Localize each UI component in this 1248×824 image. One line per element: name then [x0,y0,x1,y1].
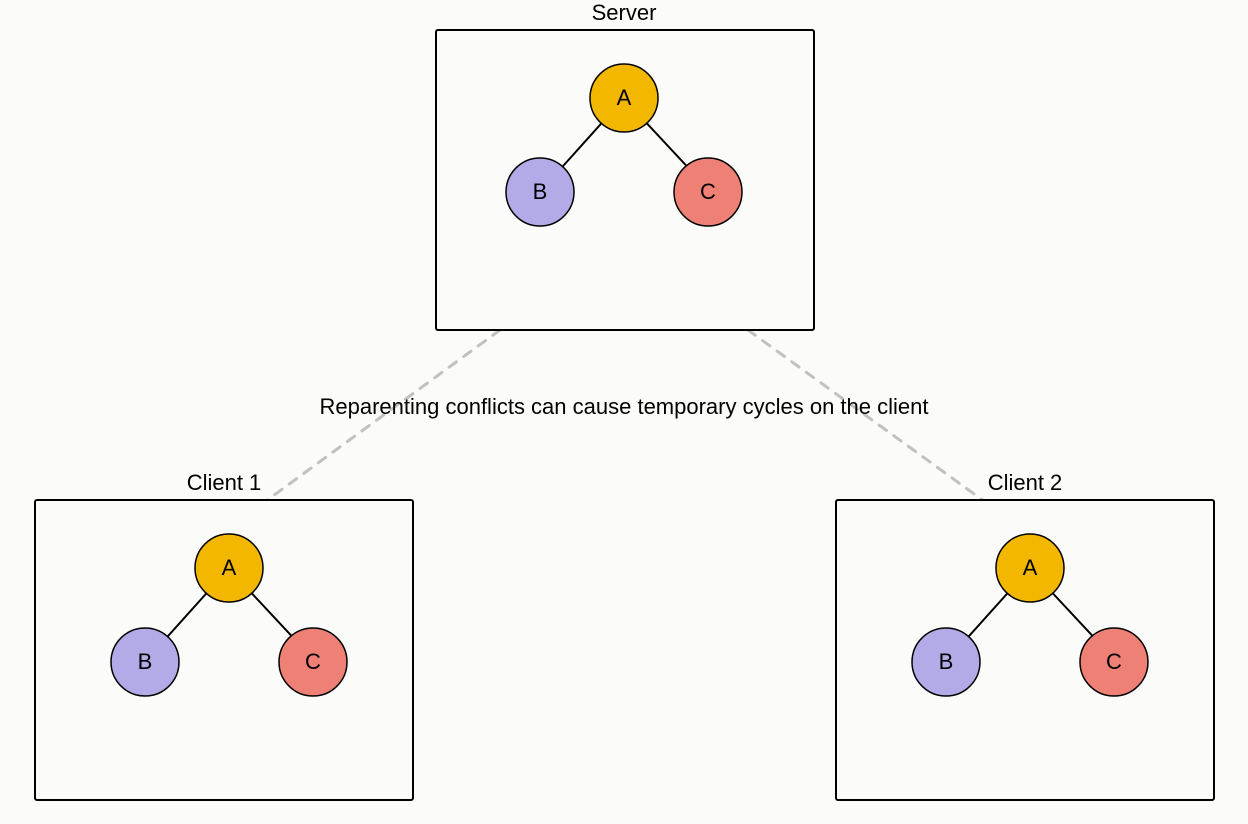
client2-node-c-label: C [1106,649,1122,674]
client2-node-c: C [1080,628,1148,696]
connector-server-client1 [240,330,500,520]
panel-client1-title: Client 1 [187,470,262,495]
client1-node-c: C [279,628,347,696]
connector-server-client2 [748,330,1010,520]
panel-client2-title: Client 2 [988,470,1063,495]
client1-node-a-label: A [222,555,237,580]
panel-server-title: Server [592,0,657,25]
client2-node-b-label: B [939,649,954,674]
server-node-b: B [506,158,574,226]
diagram-caption: Reparenting conflicts can cause temporar… [320,394,929,419]
client2-node-a-label: A [1023,555,1038,580]
client2-node-b: B [912,628,980,696]
panel-server: Server A B C [436,0,814,330]
client1-node-b-label: B [138,649,153,674]
client2-node-a: A [996,534,1064,602]
server-node-b-label: B [533,179,548,204]
server-node-c: C [674,158,742,226]
server-node-a: A [590,64,658,132]
client1-node-a: A [195,534,263,602]
panel-client1: Client 1 A B C [35,470,413,800]
diagram-canvas: Reparenting conflicts can cause temporar… [0,0,1248,824]
server-node-a-label: A [617,85,632,110]
client1-node-c-label: C [305,649,321,674]
client1-node-b: B [111,628,179,696]
panel-client2: Client 2 A B C [836,470,1214,800]
server-node-c-label: C [700,179,716,204]
